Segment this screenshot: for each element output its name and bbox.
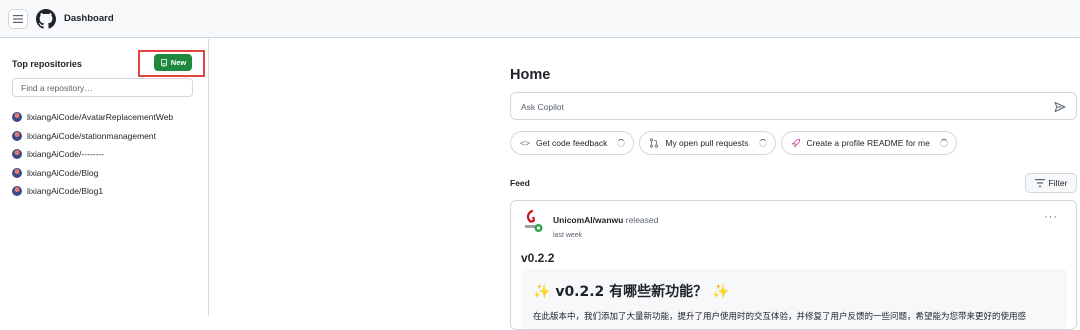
sparkle-icon: ✨ [712,284,730,300]
chip-label: My open pull requests [665,138,749,148]
filter-button[interactable]: Filter [1025,173,1077,193]
repo-icon [160,58,167,67]
chip-create-profile-readme[interactable]: Create a profile README for me [780,131,957,155]
top-header: Dashboard [0,0,1080,38]
repository-link[interactable]: lixiangAiCode/-------- [27,149,104,159]
repository-link[interactable]: lixiangAiCode/Blog1 [27,186,103,196]
page-title: Dashboard [64,13,114,24]
suggestion-chips: <> Get code feedback My open pull reques… [510,131,957,155]
sparkle-icon: ✨ [533,284,551,300]
release-notes: ✨ v0.2.2 有哪些新功能？ ✨ 在此版本中，我们添加了大量新功能，提升了用… [521,269,1067,329]
ask-copilot-input[interactable] [521,100,1041,114]
repository-item[interactable]: lixiangAiCode/Blog1 [12,182,173,201]
pull-request-icon [650,138,659,148]
loading-spinner-icon [939,139,948,147]
avatar [12,167,22,178]
release-repo-link[interactable]: UnicomAI/wanwu [553,215,623,225]
release-summary: UnicomAI/wanwu released [553,215,658,225]
chip-label: Create a profile README for me [806,138,930,148]
avatar [12,149,22,160]
release-timestamp: last week [553,232,583,239]
more-options-icon[interactable]: ··· [1044,211,1058,223]
top-repositories-heading: Top repositories [12,59,82,69]
chip-get-code-feedback[interactable]: <> Get code feedback [510,131,635,155]
unicom-logo-icon[interactable] [523,209,543,233]
filter-icon [1034,179,1045,187]
repository-list: lixiangAiCode/AvatarReplacementWeb lixia… [12,108,173,201]
chip-label: Get code feedback [536,138,608,148]
filter-label: Filter [1048,178,1068,188]
repository-link[interactable]: lixiangAiCode/stationmanagement [27,131,156,141]
github-logo-icon[interactable] [36,9,56,29]
release-version[interactable]: v0.2.2 [521,251,554,265]
repository-item[interactable]: lixiangAiCode/stationmanagement [12,127,173,146]
hamburger-menu-icon[interactable] [8,9,28,29]
home-heading: Home [510,67,551,83]
release-notes-text: 在此版本中，我们添加了大量新功能，提升了用户使用时的交互体验，并修复了用户反馈的… [533,312,1027,322]
repository-link[interactable]: lixiangAiCode/AvatarReplacementWeb [27,112,173,122]
avatar [12,112,22,123]
new-button-label: New [170,58,187,67]
avatar [12,130,22,141]
send-icon[interactable] [1054,101,1066,113]
loading-spinner-icon [617,139,626,147]
ask-copilot-box[interactable] [510,92,1077,120]
code-icon: <> [520,138,530,148]
sidebar: Top repositories New lixiangAiCode/Avata… [0,39,209,316]
feed-release-card: UnicomAI/wanwu released last week ··· v0… [510,200,1077,330]
avatar [12,186,22,197]
repository-item[interactable]: lixiangAiCode/AvatarReplacementWeb [12,108,173,127]
release-verb: released [625,215,659,225]
find-repository-input[interactable] [12,78,193,97]
repository-item[interactable]: lixiangAiCode/Blog [12,164,173,183]
repository-item[interactable]: lixiangAiCode/-------- [12,145,173,164]
chip-open-pull-requests[interactable]: My open pull requests [639,131,776,155]
repository-link[interactable]: lixiangAiCode/Blog [27,168,98,178]
rocket-icon [791,138,800,148]
feed-heading: Feed [510,178,530,188]
release-heading-text: v0.2.2 有哪些新功能？ [555,284,708,300]
release-notes-heading: ✨ v0.2.2 有哪些新功能？ ✨ [533,281,730,301]
loading-spinner-icon [758,139,767,147]
new-repository-button[interactable]: New [154,54,192,71]
